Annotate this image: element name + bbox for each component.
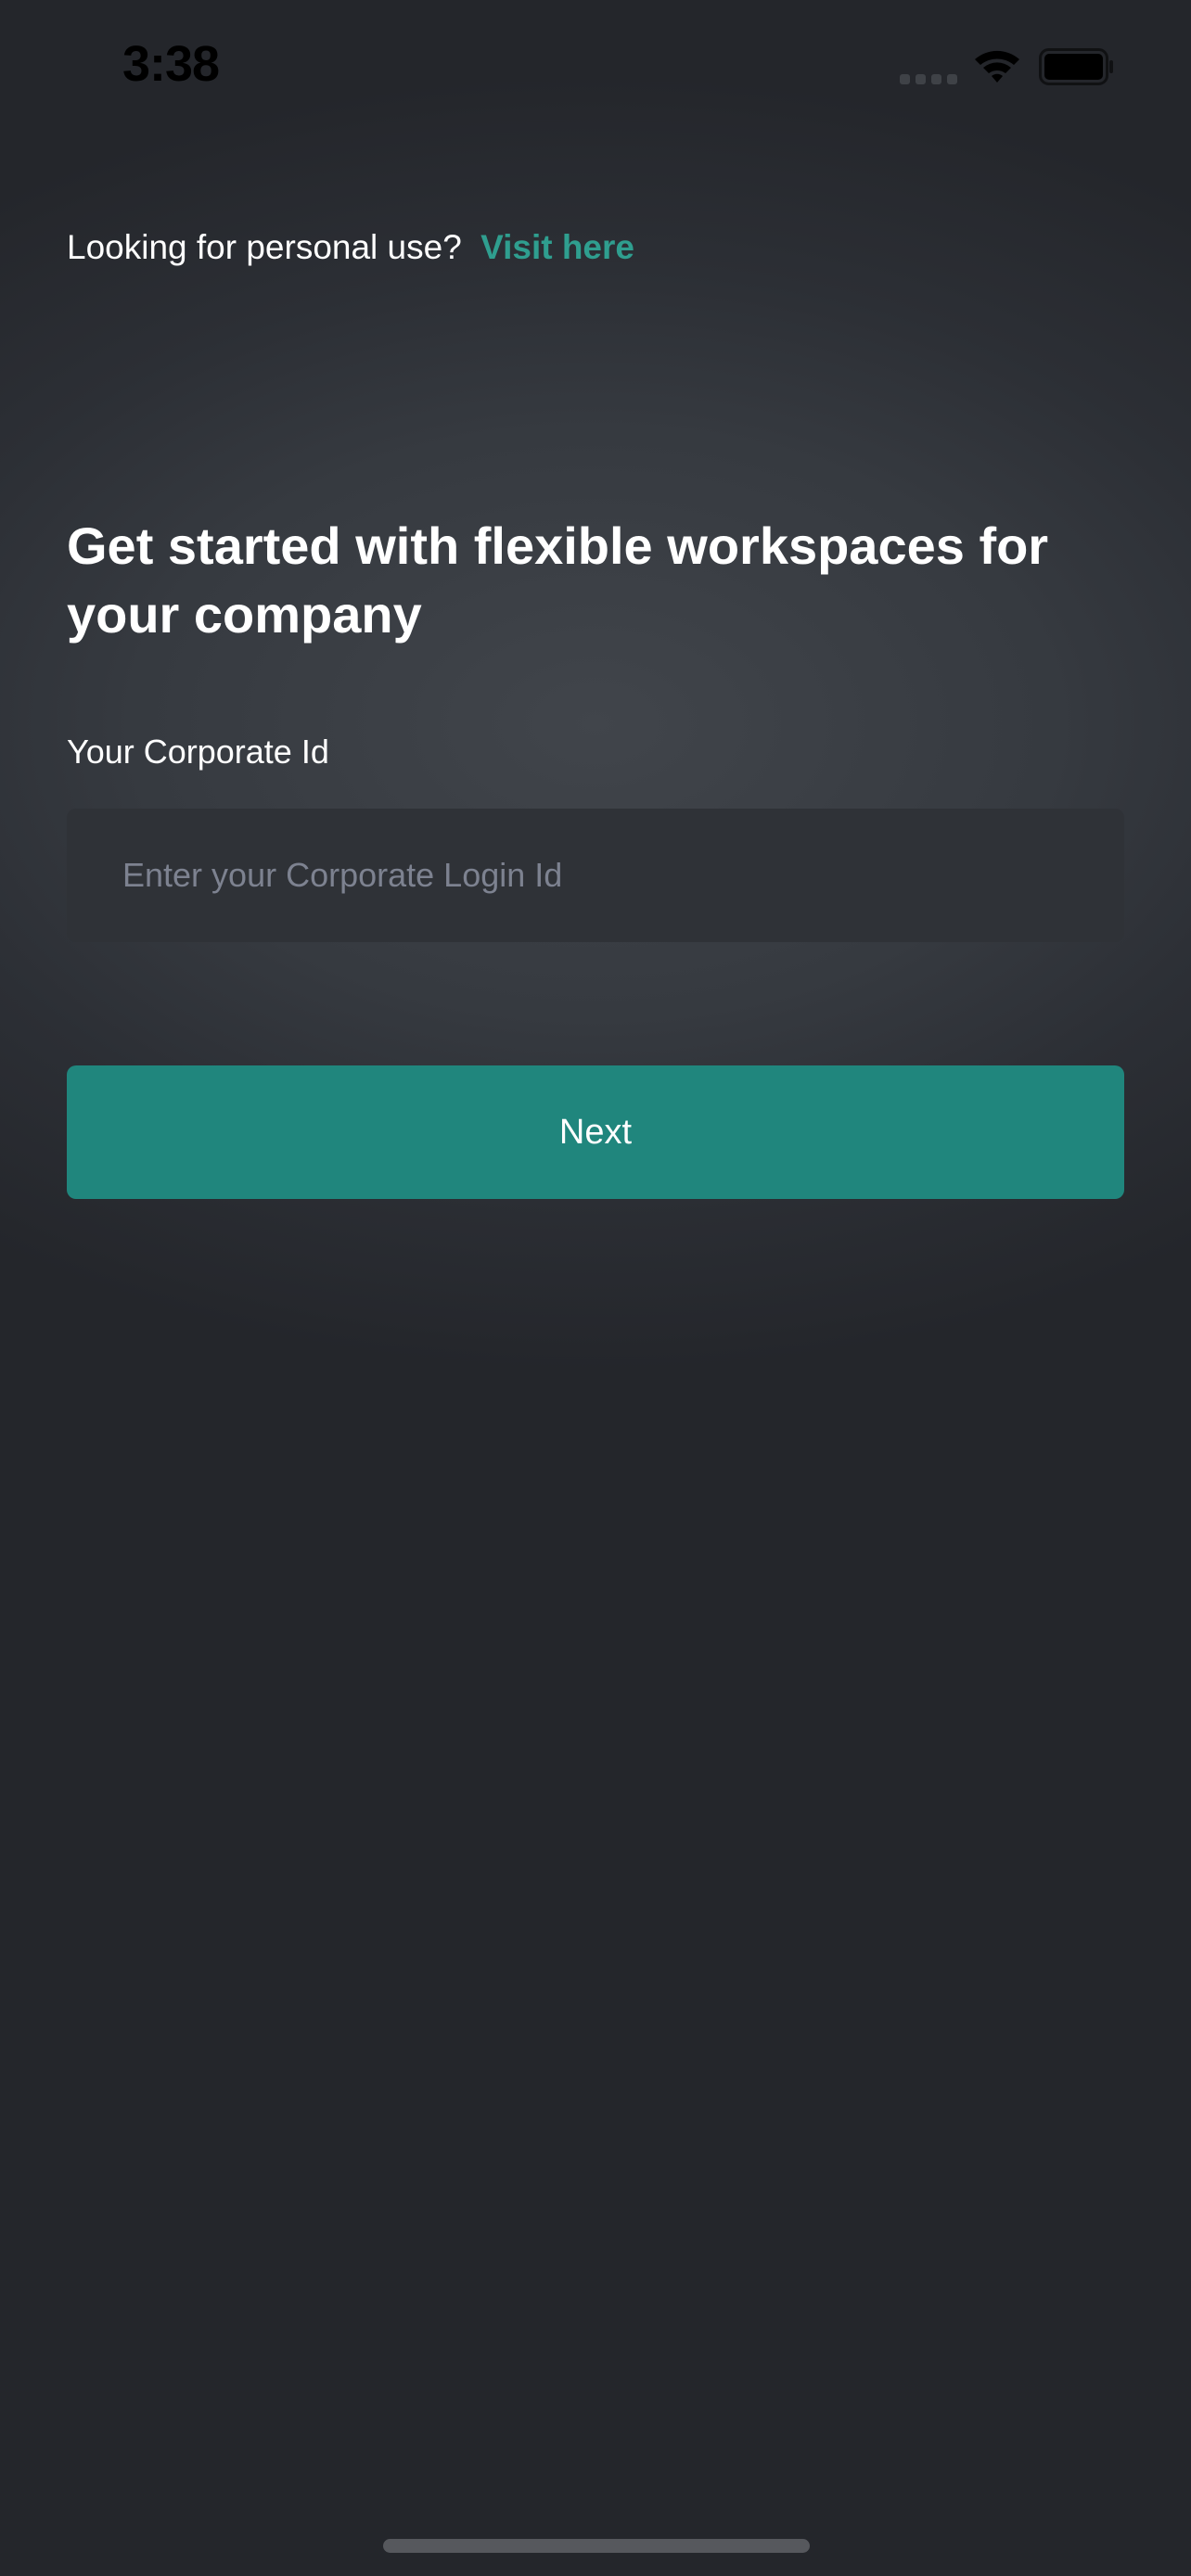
personal-use-row: Looking for personal use? Visit here (67, 228, 634, 267)
corporate-id-label: Your Corporate Id (67, 733, 329, 771)
visit-here-link[interactable]: Visit here (480, 228, 634, 266)
status-bar: 3:38 (0, 0, 1191, 139)
home-indicator (383, 2539, 810, 2553)
page-title: Get started with flexible workspaces for… (67, 516, 1049, 644)
battery-icon (1039, 48, 1113, 85)
next-button[interactable]: Next (67, 1065, 1124, 1199)
signal-icon (900, 74, 957, 87)
status-time: 3:38 (122, 36, 220, 92)
personal-use-prompt: Looking for personal use? (67, 228, 462, 266)
corporate-id-input[interactable] (67, 809, 1124, 942)
wifi-icon (975, 50, 1019, 83)
